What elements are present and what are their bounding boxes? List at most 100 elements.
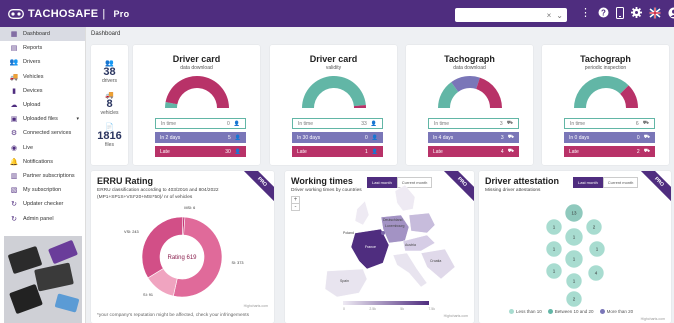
sidebar-item-vehicles[interactable]: 🚚 Vehicles xyxy=(0,70,85,84)
mobile-icon[interactable] xyxy=(616,6,624,19)
help-icon[interactable]: ? xyxy=(598,7,609,18)
legend-swatch xyxy=(599,309,605,314)
user-icon[interactable] xyxy=(668,7,674,19)
status-row[interactable]: In 30 days 0 👤 xyxy=(292,132,383,143)
more-vert-icon[interactable]: ⋮ xyxy=(580,6,591,19)
sidebar-item-label: Drivers xyxy=(23,59,41,66)
map-region-uk xyxy=(354,200,370,226)
partner-icon: ▥ xyxy=(10,172,18,180)
gear-icon[interactable] xyxy=(631,7,642,18)
chart-credit: Highcharts.com xyxy=(243,304,268,308)
sidebar-item-label: Reports xyxy=(23,45,43,52)
europe-map[interactable] xyxy=(285,171,474,321)
sidebar-item-label: Devices xyxy=(23,87,43,94)
erru-title: ERRU Rating xyxy=(97,176,153,186)
status-row[interactable]: In time 33 👤 xyxy=(292,118,383,129)
sidebar-item-reports[interactable]: ▤ Reports xyxy=(0,41,85,55)
promo-banner[interactable] xyxy=(4,236,82,323)
sidebar-item-updater-checker[interactable]: ↻ Updater checker xyxy=(0,197,85,211)
sidebar-item-connected-services[interactable]: ⚙ Connected services xyxy=(0,126,85,140)
stat-vehicles[interactable]: 🚚 8 vehicles xyxy=(91,91,128,116)
app-logo[interactable]: TACHOSAFE | Pro xyxy=(8,8,129,20)
status-row[interactable]: In 4 days 3 ⛟ xyxy=(428,132,519,143)
sidebar-item-devices[interactable]: ▮ Devices xyxy=(0,84,85,98)
search-input[interactable]: × ⌄ xyxy=(455,8,567,22)
pie-data-label: VSI: 243 xyxy=(124,230,139,234)
chevron-down-icon[interactable]: ⌄ xyxy=(556,11,563,20)
gauge-chart xyxy=(573,76,638,108)
map-label-austria: Austria xyxy=(405,243,416,247)
download-device-image xyxy=(34,262,74,292)
legend-label: More than 20 xyxy=(606,309,634,314)
map-region-italy xyxy=(392,252,428,288)
stat-drivers[interactable]: 👥 38 drivers xyxy=(91,59,128,84)
legend-item[interactable]: Between 10 and 20 xyxy=(547,309,594,314)
sidebar-item-upload[interactable]: ☁ Upload xyxy=(0,98,85,112)
color-scale-bar xyxy=(343,301,429,305)
status-row[interactable]: In time 6 ⛟ xyxy=(564,118,655,129)
app-edition: Pro xyxy=(113,8,130,19)
chart-credit: Highcharts.com xyxy=(443,314,468,318)
status-row[interactable]: In time 3 ⛟ xyxy=(428,118,519,129)
attestation-subtitle: Missing driver attestations xyxy=(485,188,541,193)
person-icon: 👤 xyxy=(233,120,240,127)
truck-icon: ⛟ xyxy=(507,148,514,154)
truck-icon: ⛟ xyxy=(643,134,650,140)
status-row[interactable]: Late 30 👤 xyxy=(155,146,246,157)
subscription-icon: ▧ xyxy=(10,187,18,195)
sidebar-item-partner-subscriptions[interactable]: ▥ Partner subscriptions xyxy=(0,169,85,183)
scale-label: 2.5k xyxy=(369,307,376,311)
svg-text:?: ? xyxy=(601,8,606,17)
pie-data-label: MSI: 6 xyxy=(184,206,195,210)
sidebar-item-drivers[interactable]: 👥 Drivers xyxy=(0,55,85,69)
sidebar-item-my-subscription[interactable]: ▧ My subscription xyxy=(0,183,85,197)
chevron-down-icon[interactable]: ▾ xyxy=(76,116,79,122)
tab-current-month[interactable]: Current month xyxy=(602,177,639,188)
status-row[interactable]: Late 2 ⛟ xyxy=(564,146,655,157)
gauge-card-2: Driver card validity In time 33 👤 In 30 da… xyxy=(270,45,397,165)
card-subtitle: validity xyxy=(325,65,342,71)
bubble-label: 13 xyxy=(571,211,577,216)
card-title: Driver card xyxy=(309,54,358,64)
status-label: In time xyxy=(570,120,586,127)
sidebar-item-label: Admin panel xyxy=(23,215,54,222)
sidebar-item-live[interactable]: ◉ Live xyxy=(0,141,85,155)
status-value: 0 xyxy=(636,134,640,141)
map-region-poland xyxy=(408,212,436,234)
pie-slice[interactable] xyxy=(141,216,184,279)
card-image xyxy=(54,293,80,313)
reports-icon: ▤ xyxy=(10,45,18,53)
stat-files[interactable]: 📄 1816 files xyxy=(91,123,128,148)
status-row[interactable]: In time 0 👤 xyxy=(155,118,246,129)
pro-badge: PRO xyxy=(240,171,274,204)
stat-value: 38 xyxy=(103,66,116,78)
status-row[interactable]: Late 1 👤 xyxy=(292,146,383,157)
card-subtitle: data download xyxy=(180,65,213,71)
sidebar-item-label: Connected services xyxy=(23,130,72,137)
status-row[interactable]: In 0 days 0 ⛟ xyxy=(564,132,655,143)
tab-last-month[interactable]: Last month xyxy=(573,177,603,188)
flag-uk-icon[interactable] xyxy=(649,7,661,19)
clear-icon[interactable]: × xyxy=(547,11,552,20)
sidebar-item-uploaded-files[interactable]: ▣ Uploaded files ▾ xyxy=(0,112,85,126)
person-icon: 👤 xyxy=(234,148,241,155)
status-row[interactable]: Late 4 ⛟ xyxy=(428,146,519,157)
sidebar-item-notifications[interactable]: 🔔 Notifications xyxy=(0,155,85,169)
scale-label: 5k xyxy=(400,307,404,311)
status-value: 3 xyxy=(500,134,504,141)
chart-credit: Highcharts.com xyxy=(640,317,665,321)
status-row[interactable]: In 2 days 5 👤 xyxy=(155,132,246,143)
gauge-chart xyxy=(437,76,502,108)
status-value: 6 xyxy=(635,120,639,127)
sidebar-item-admin-panel[interactable]: ↻ Admin panel xyxy=(0,211,85,225)
attestation-legend: Less than 10 Between 10 and 20 More than… xyxy=(509,309,639,314)
legend-item[interactable]: More than 20 xyxy=(599,309,634,314)
sidebar-item-label: Vehicles xyxy=(23,73,44,80)
sidebar-item-label: Notifications xyxy=(23,158,53,165)
live-icon: ◉ xyxy=(10,144,18,152)
person-icon: 👤 xyxy=(371,148,378,155)
status-value: 3 xyxy=(499,120,503,127)
sidebar-item-dashboard[interactable]: ▦ Dashboard xyxy=(0,27,85,42)
attestation-bubble-chart: 131121111 412 xyxy=(545,203,606,308)
legend-item[interactable]: Less than 10 xyxy=(509,309,542,314)
